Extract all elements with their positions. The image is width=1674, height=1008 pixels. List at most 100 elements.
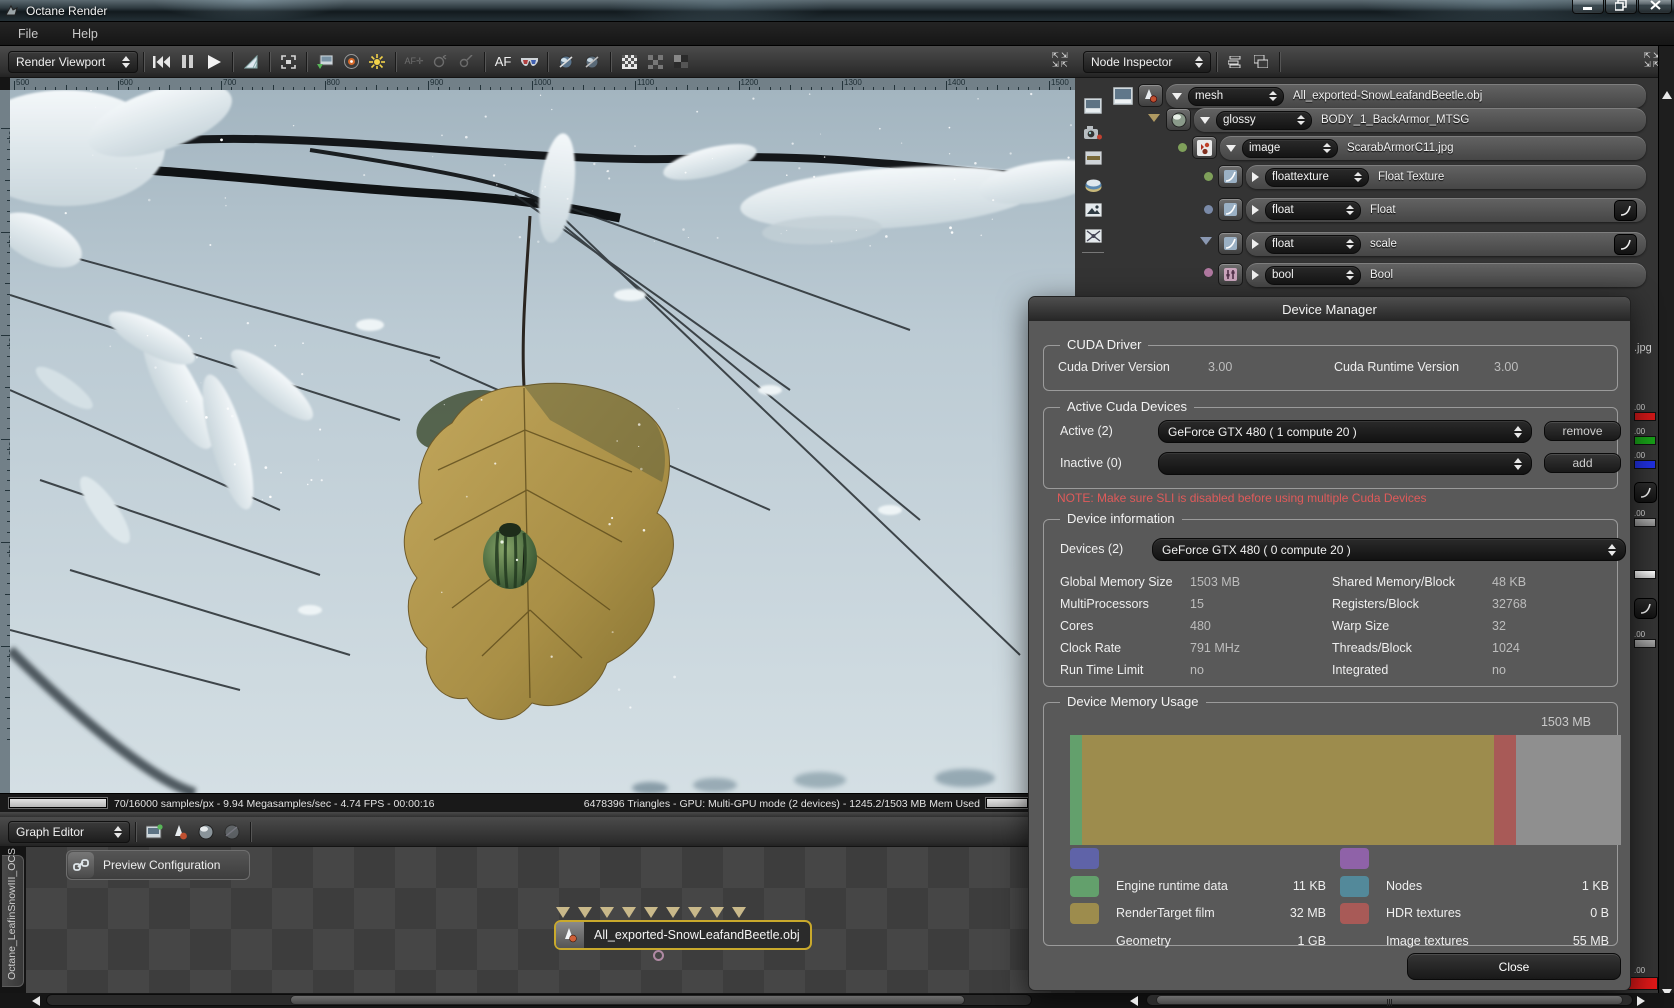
- curve-editor-icon[interactable]: [1634, 598, 1657, 619]
- camera-lock-icon[interactable]: [553, 50, 579, 74]
- floattexture-node-icon[interactable]: [1218, 165, 1243, 188]
- green-channel-slider[interactable]: [1634, 436, 1656, 445]
- expand-arrow-icon[interactable]: [1252, 172, 1259, 182]
- collapse-arrow-icon[interactable]: [1172, 92, 1182, 100]
- mesh-node-icon[interactable]: [1138, 84, 1163, 107]
- inspector-scroll-right-icon[interactable]: [1637, 996, 1645, 1006]
- anaglyph-icon[interactable]: [516, 50, 542, 74]
- mesh-type-dropdown[interactable]: mesh: [1188, 86, 1284, 106]
- float-type-dropdown[interactable]: float: [1265, 200, 1361, 220]
- node-input-pin[interactable]: [732, 907, 746, 918]
- clay-mode-icon[interactable]: [238, 50, 264, 74]
- curve-editor-icon[interactable]: [1634, 482, 1657, 503]
- sub-sampling-icon[interactable]: [668, 50, 694, 74]
- curve-editor-icon[interactable]: [1614, 234, 1637, 255]
- expand-arrow-icon[interactable]: [1252, 239, 1259, 249]
- graph-node-mesh[interactable]: All_exported-SnowLeafandBeetle.obj: [554, 920, 812, 950]
- alpha-channel-icon[interactable]: [616, 50, 642, 74]
- close-button[interactable]: [1638, 0, 1672, 14]
- image-type-dropdown[interactable]: image: [1242, 138, 1338, 158]
- mesh-thumbnail-icon[interactable]: [1112, 86, 1134, 106]
- fit-view-icon[interactable]: [275, 50, 301, 74]
- graph-scroll-left-icon[interactable]: [32, 996, 40, 1006]
- menu-file[interactable]: File: [14, 25, 42, 43]
- viewport-panel-select[interactable]: Render Viewport: [8, 50, 138, 73]
- thumbnail-icon[interactable]: [1082, 96, 1104, 116]
- bool-node-icon[interactable]: [1218, 263, 1243, 286]
- add-environment-node-icon[interactable]: [219, 820, 245, 844]
- viewport-fullscreen-icon[interactable]: ⇱ ⇲ ⇲ ⇱: [1052, 52, 1068, 69]
- save-image-icon[interactable]: [312, 50, 338, 74]
- minimize-button[interactable]: [1572, 0, 1604, 14]
- expand-arrow-icon[interactable]: [1252, 270, 1259, 280]
- node-input-pin[interactable]: [556, 907, 570, 918]
- node-row-bool[interactable]: bool Bool: [1246, 263, 1646, 287]
- collapse-nodes-icon[interactable]: [1222, 50, 1248, 74]
- scale-node-icon[interactable]: [1218, 232, 1243, 255]
- add-texture-node-icon[interactable]: [193, 820, 219, 844]
- float-node-icon[interactable]: [1218, 198, 1243, 221]
- node-input-pin[interactable]: [644, 907, 658, 918]
- inspector-vertical-scrollbar[interactable]: [1658, 46, 1674, 1008]
- camera-motion-icon[interactable]: [579, 50, 605, 74]
- float-slider[interactable]: [1634, 518, 1656, 527]
- preview-configuration-chip[interactable]: Preview Configuration: [66, 850, 250, 880]
- add-device-button[interactable]: add: [1544, 453, 1621, 473]
- add-image-node-icon[interactable]: [141, 820, 167, 844]
- restore-button[interactable]: [1605, 0, 1637, 14]
- float-slider[interactable]: [1634, 639, 1656, 648]
- graph-node-output-pin[interactable]: [653, 950, 664, 961]
- document-tab[interactable]: Octane_LeafinSnowIII_OCS: [2, 848, 24, 987]
- dialog-title-bar[interactable]: Device Manager: [1029, 297, 1630, 321]
- pause-icon[interactable]: [175, 50, 201, 74]
- menu-help[interactable]: Help: [68, 25, 102, 43]
- af-label[interactable]: AF: [490, 50, 516, 74]
- rotate-pick-icon[interactable]: [427, 50, 453, 74]
- collapse-arrow-icon[interactable]: [1200, 116, 1210, 124]
- inspector-scroll-left-icon[interactable]: [1130, 996, 1138, 1006]
- scroll-up-icon[interactable]: [1660, 88, 1673, 102]
- node-row-float[interactable]: float Float: [1246, 198, 1646, 222]
- postprocess-icon[interactable]: [1082, 226, 1104, 246]
- node-input-pin[interactable]: [622, 907, 636, 918]
- image-node-icon[interactable]: [1192, 136, 1217, 159]
- node-row-floattexture[interactable]: floattexture Float Texture: [1246, 165, 1646, 189]
- render-priority-icon[interactable]: [338, 50, 364, 74]
- node-row-glossy[interactable]: glossy BODY_1_BackArmor_MTSG: [1194, 108, 1646, 132]
- glossy-node-icon[interactable]: [1166, 108, 1191, 131]
- glossy-type-dropdown[interactable]: glossy: [1216, 110, 1312, 130]
- add-material-node-icon[interactable]: [167, 820, 193, 844]
- af-point-icon[interactable]: AF✛: [401, 50, 427, 74]
- blue-channel-slider[interactable]: [1634, 460, 1656, 469]
- device-info-dropdown[interactable]: GeForce GTX 480 ( 0 compute 20 ): [1152, 538, 1626, 561]
- curve-editor-icon[interactable]: [1614, 200, 1637, 221]
- graph-scroll-thumb[interactable]: [290, 995, 965, 1005]
- node-row-mesh[interactable]: mesh All_exported-SnowLeafandBeetle.obj: [1166, 84, 1646, 108]
- imager-icon[interactable]: [1082, 200, 1104, 220]
- floattexture-type-dropdown[interactable]: floattexture: [1265, 167, 1369, 187]
- active-device-dropdown[interactable]: GeForce GTX 480 ( 1 compute 20 ): [1158, 420, 1532, 443]
- background-alpha-icon[interactable]: [642, 50, 668, 74]
- daylight-icon[interactable]: [364, 50, 390, 74]
- camera-icon[interactable]: [1082, 122, 1104, 142]
- expand-arrow-icon[interactable]: [1252, 205, 1259, 215]
- graph-panel-select[interactable]: Graph Editor: [8, 820, 130, 843]
- node-row-scale[interactable]: float scale: [1246, 232, 1646, 256]
- node-input-pin[interactable]: [688, 907, 702, 918]
- environment-icon[interactable]: [1082, 174, 1104, 194]
- expand-nodes-icon[interactable]: [1248, 50, 1274, 74]
- filmstrip-icon[interactable]: [1082, 148, 1104, 168]
- scale-type-dropdown[interactable]: float: [1265, 234, 1361, 254]
- red-channel-slider[interactable]: [1634, 412, 1656, 421]
- inspector-scroll-thumb[interactable]: [1156, 995, 1623, 1006]
- float-slider[interactable]: [1634, 570, 1656, 579]
- remove-device-button[interactable]: remove: [1544, 421, 1621, 441]
- node-input-pin[interactable]: [578, 907, 592, 918]
- node-input-pin[interactable]: [710, 907, 724, 918]
- play-icon[interactable]: [201, 50, 227, 74]
- bool-type-dropdown[interactable]: bool: [1265, 265, 1361, 285]
- collapse-arrow-icon[interactable]: [1226, 144, 1236, 152]
- node-row-image[interactable]: image ScarabArmorC11.jpg: [1220, 136, 1646, 160]
- close-dialog-button[interactable]: Close: [1407, 953, 1621, 980]
- node-input-pin[interactable]: [600, 907, 614, 918]
